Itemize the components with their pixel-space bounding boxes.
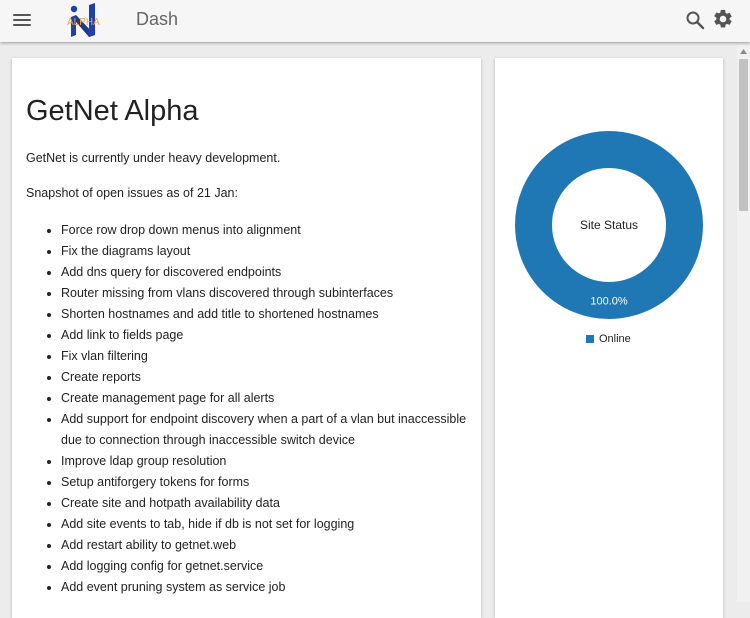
- issue-item: Shorten hostnames and add title to short…: [61, 304, 471, 325]
- issue-item: Setup antiforgery tokens for forms: [61, 472, 471, 493]
- legend-label-online: Online: [599, 333, 631, 345]
- issue-item: Create site and hotpath availability dat…: [61, 493, 471, 514]
- issue-item: Create management page for all alerts: [61, 388, 471, 409]
- issue-item: Add restart ability to getnet.web: [61, 535, 471, 556]
- intro-text: GetNet is currently under heavy developm…: [26, 151, 281, 165]
- top-app-bar: ALPHA Dash: [0, 0, 750, 42]
- donut-center-title: Site Status: [580, 218, 638, 232]
- issue-item: Fix vlan filtering: [61, 346, 471, 367]
- issues-list: Force row drop down menus into alignment…: [26, 220, 471, 598]
- issue-item: Add event pruning system as service job: [61, 577, 471, 598]
- issue-item: Add support for endpoint discovery when …: [61, 409, 471, 451]
- main-content: GetNet Alpha GetNet is currently under h…: [26, 94, 471, 594]
- issue-item: Force row drop down menus into alignment: [61, 220, 471, 241]
- issue-item: Add site events to tab, hide if db is no…: [61, 514, 471, 535]
- site-status-card: 100.0% Site Status Online: [495, 58, 723, 618]
- main-card: GetNet Alpha GetNet is currently under h…: [12, 58, 481, 618]
- hamburger-menu-icon[interactable]: [13, 11, 32, 29]
- scroll-up-arrow-icon[interactable]: [737, 45, 750, 58]
- issue-item: Improve ldap group resolution: [61, 451, 471, 472]
- vertical-scrollbar[interactable]: [737, 45, 750, 602]
- issue-item: Add link to fields page: [61, 325, 471, 346]
- issue-item: Add dns query for discovered endpoints: [61, 262, 471, 283]
- snapshot-text: Snapshot of open issues as of 21 Jan:: [26, 186, 238, 200]
- issue-item: Router missing from vlans discovered thr…: [61, 283, 471, 304]
- gear-icon[interactable]: [712, 8, 734, 30]
- search-icon[interactable]: [685, 10, 705, 30]
- page-title: GetNet Alpha: [26, 95, 199, 127]
- app-logo[interactable]: ALPHA: [65, 2, 109, 40]
- issue-item: Fix the diagrams layout: [61, 241, 471, 262]
- donut-data-label: 100.0%: [590, 296, 628, 308]
- site-status-donut-chart: 100.0% Site Status: [515, 131, 703, 319]
- chart-legend: Online: [586, 333, 631, 345]
- scrollbar-thumb[interactable]: [739, 59, 748, 211]
- issue-item: Create reports: [61, 367, 471, 388]
- app-title: Dash: [136, 9, 179, 29]
- legend-swatch-online: [586, 335, 594, 343]
- issue-item: Add logging config for getnet.service: [61, 556, 471, 577]
- logo-text: ALPHA: [67, 17, 100, 28]
